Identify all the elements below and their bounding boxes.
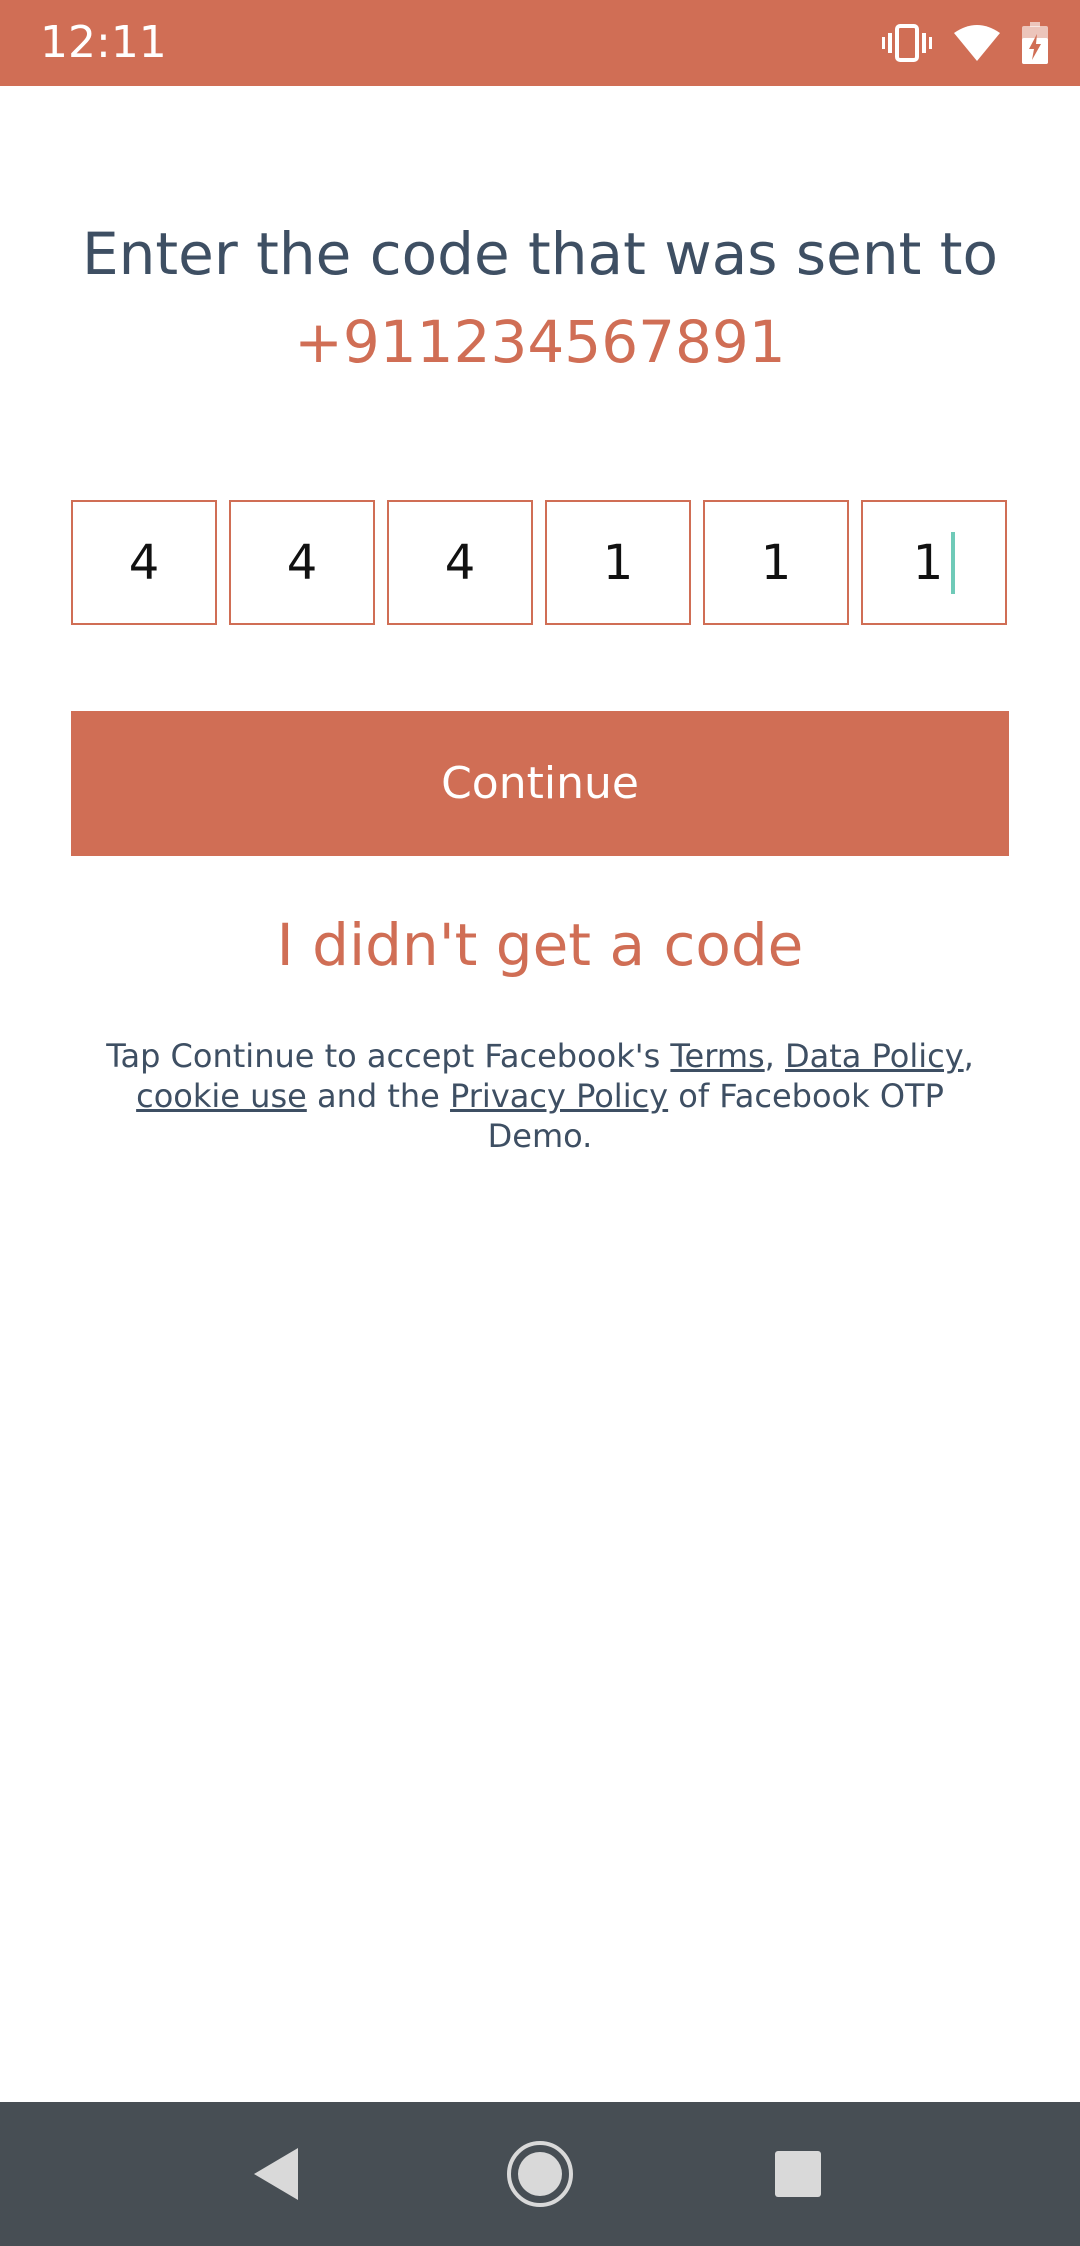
vibrate-icon (882, 23, 932, 63)
phone-number: +911234567891 (294, 308, 786, 376)
terms-middle: and the (306, 1077, 451, 1115)
recents-button[interactable] (738, 2102, 858, 2246)
wifi-icon (954, 25, 1000, 61)
data-policy-link[interactable]: Data Policy (785, 1037, 964, 1075)
otp-code-row: 4 4 4 1 1 1 (71, 500, 1009, 625)
resend-code-link[interactable]: I didn't get a code (0, 900, 1080, 990)
otp-digit-value: 4 (128, 534, 160, 591)
otp-digit-value: 1 (912, 534, 944, 591)
terms-link[interactable]: Terms (670, 1037, 764, 1075)
otp-digit-1[interactable]: 4 (71, 500, 217, 625)
back-button[interactable] (215, 2102, 335, 2246)
otp-digit-2[interactable]: 4 (229, 500, 375, 625)
otp-digit-4[interactable]: 1 (545, 500, 691, 625)
otp-digit-value: 4 (444, 534, 476, 591)
otp-digit-value: 1 (602, 534, 634, 591)
otp-digit-3[interactable]: 4 (387, 500, 533, 625)
privacy-policy-link[interactable]: Privacy Policy (450, 1077, 668, 1115)
battery-charging-icon (1022, 22, 1048, 64)
status-time: 12:11 (40, 17, 167, 68)
status-icons (882, 0, 1048, 86)
continue-button[interactable]: Continue (71, 711, 1009, 856)
cookie-use-link[interactable]: cookie use (136, 1077, 307, 1115)
text-cursor (951, 531, 956, 594)
terms-text: Tap Continue to accept Facebook's Terms,… (80, 1036, 1000, 1156)
home-button[interactable] (480, 2102, 600, 2246)
navigation-bar (0, 2102, 1080, 2246)
back-icon (254, 2148, 298, 2200)
otp-digit-6[interactable]: 1 (861, 500, 1007, 625)
page-title: Enter the code that was sent to (82, 220, 998, 288)
terms-separator: , (963, 1037, 974, 1075)
recents-icon (775, 2151, 821, 2197)
otp-digit-value: 1 (760, 534, 792, 591)
terms-prefix: Tap Continue to accept Facebook's (106, 1037, 671, 1075)
terms-separator: , (764, 1037, 785, 1075)
home-icon (507, 2141, 573, 2207)
status-bar: 12:11 (0, 0, 1080, 86)
otp-digit-value: 4 (286, 534, 318, 591)
otp-digit-5[interactable]: 1 (703, 500, 849, 625)
